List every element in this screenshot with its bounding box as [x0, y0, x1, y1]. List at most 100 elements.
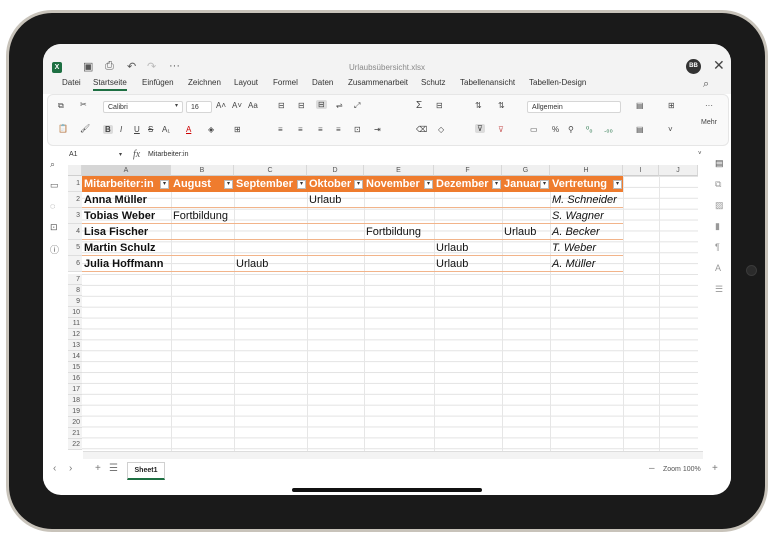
- row-header[interactable]: 12: [68, 329, 82, 340]
- home-indicator[interactable]: [292, 488, 482, 492]
- column-header-h[interactable]: H: [550, 165, 623, 176]
- shrink-font-icon[interactable]: A˅: [232, 101, 242, 110]
- table-cell[interactable]: A. Müller: [550, 256, 595, 272]
- column-header-b[interactable]: B: [171, 165, 234, 176]
- table-icon[interactable]: ⊞: [668, 101, 675, 110]
- italic-icon[interactable]: I: [120, 125, 122, 134]
- row-header[interactable]: 3: [68, 208, 82, 224]
- comma-icon[interactable]: ⚲: [568, 125, 574, 134]
- filter-dropdown-icon[interactable]: ▾: [224, 180, 233, 189]
- row-header[interactable]: 18: [68, 395, 82, 406]
- increase-decimal-icon[interactable]: ⁰₀: [586, 125, 593, 134]
- header-cell[interactable]: Mitarbeiter:in: [82, 176, 171, 192]
- column-header-e[interactable]: E: [364, 165, 434, 176]
- zoom-level[interactable]: Zoom 100%: [663, 466, 701, 473]
- chart-icon[interactable]: ▮: [715, 221, 720, 232]
- table-cell[interactable]: Urlaub: [434, 256, 468, 272]
- column-header-j[interactable]: J: [659, 165, 698, 176]
- table-cell[interactable]: [502, 208, 504, 224]
- clear-filter-icon[interactable]: ⊽: [498, 125, 504, 134]
- borders-icon[interactable]: ⊞: [234, 125, 241, 134]
- table-cell[interactable]: Urlaub: [234, 256, 268, 272]
- close-icon[interactable]: ✕: [713, 57, 725, 74]
- table-cell[interactable]: [364, 256, 366, 272]
- zoom-out-icon[interactable]: –: [649, 463, 655, 474]
- chevron-down-icon[interactable]: ▾: [119, 151, 122, 158]
- fill-color-icon[interactable]: ◈: [208, 125, 214, 134]
- column-header-c[interactable]: C: [234, 165, 307, 176]
- row-header[interactable]: 10: [68, 307, 82, 318]
- decrease-decimal-icon[interactable]: .₀₀: [604, 125, 613, 134]
- menu-layout[interactable]: Layout: [234, 78, 258, 87]
- filter-dropdown-icon[interactable]: ▾: [492, 180, 501, 189]
- add-sheet-icon[interactable]: +: [95, 463, 101, 474]
- table-cell[interactable]: Fortbildung: [171, 208, 228, 224]
- row-header[interactable]: 8: [68, 285, 82, 296]
- table-cell[interactable]: [171, 192, 173, 208]
- table-cell[interactable]: [502, 256, 504, 272]
- table-cell[interactable]: A. Becker: [550, 224, 600, 240]
- row-header[interactable]: 5: [68, 240, 82, 256]
- menu-tabellenansicht[interactable]: Tabellenansicht: [460, 78, 515, 87]
- more-options-icon[interactable]: ···: [705, 101, 713, 110]
- fill-icon[interactable]: ⊟: [436, 101, 443, 110]
- format-painter-icon[interactable]: 🖌: [80, 124, 90, 133]
- justify-icon[interactable]: ≡: [336, 125, 341, 134]
- row-header[interactable]: 17: [68, 384, 82, 395]
- sort-desc-icon[interactable]: ⇅: [498, 101, 505, 110]
- table-cell[interactable]: Fortbildung: [364, 224, 421, 240]
- table-cell[interactable]: Julia Hoffmann: [82, 256, 163, 272]
- bold-icon[interactable]: B: [103, 125, 113, 134]
- info-icon[interactable]: ⓘ: [50, 243, 59, 256]
- avatar[interactable]: BB: [686, 59, 701, 74]
- chevron-down-icon[interactable]: ˅: [668, 125, 673, 134]
- next-sheet-icon[interactable]: ›: [69, 463, 72, 474]
- menu-formel[interactable]: Formel: [273, 78, 298, 87]
- filter-dropdown-icon[interactable]: ▾: [540, 180, 549, 189]
- row-header[interactable]: 9: [68, 296, 82, 307]
- row-header[interactable]: 19: [68, 406, 82, 417]
- search-icon[interactable]: ⌕: [50, 159, 55, 170]
- zoom-in-icon[interactable]: +: [712, 463, 718, 474]
- cell-styles-icon[interactable]: ▤: [636, 125, 644, 134]
- orientation-icon[interactable]: ⤢: [354, 101, 360, 111]
- row-header[interactable]: 15: [68, 362, 82, 373]
- column-header-f[interactable]: F: [434, 165, 502, 176]
- merge-icon[interactable]: ⊡: [354, 125, 361, 134]
- row-header[interactable]: 14: [68, 351, 82, 362]
- table-cell[interactable]: Urlaub: [307, 192, 341, 208]
- clear-icon[interactable]: ⌫: [416, 125, 427, 134]
- table-cell[interactable]: Martin Schulz: [82, 240, 156, 256]
- change-case-icon[interactable]: Aa: [248, 101, 258, 110]
- menu-zeichnen[interactable]: Zeichnen: [188, 78, 221, 87]
- number-format-select[interactable]: Allgemein: [527, 101, 621, 113]
- autosum-icon[interactable]: Σ: [416, 100, 422, 111]
- filter-dropdown-icon[interactable]: ▾: [160, 180, 169, 189]
- cut-icon[interactable]: ✂: [80, 100, 87, 109]
- menu-startseite[interactable]: Startseite: [93, 78, 127, 91]
- font-color-icon[interactable]: A: [186, 125, 191, 134]
- menu-tabellen-design[interactable]: Tabellen-Design: [529, 78, 586, 87]
- text-box-icon[interactable]: ⊡: [50, 222, 58, 233]
- column-header-a[interactable]: A: [82, 165, 171, 176]
- table-cell[interactable]: [234, 224, 236, 240]
- table-cell[interactable]: [434, 224, 436, 240]
- table-cell[interactable]: T. Weber: [550, 240, 596, 256]
- row-header[interactable]: 1: [68, 176, 82, 192]
- column-header-g[interactable]: G: [502, 165, 550, 176]
- table-cell[interactable]: [234, 192, 236, 208]
- image-icon[interactable]: ▨: [715, 200, 724, 211]
- table-cell[interactable]: [434, 208, 436, 224]
- font-size-select[interactable]: 16: [186, 101, 212, 113]
- table-cell[interactable]: [502, 240, 504, 256]
- filter-dropdown-icon[interactable]: ▾: [354, 180, 363, 189]
- grow-font-icon[interactable]: A˄: [216, 101, 226, 110]
- chevron-down-icon[interactable]: ▾: [175, 102, 178, 109]
- column-header-i[interactable]: I: [623, 165, 659, 176]
- chat-icon[interactable]: ◌: [50, 201, 55, 211]
- table-cell[interactable]: Urlaub: [434, 240, 468, 256]
- sheet-tab[interactable]: Sheet1: [127, 462, 165, 480]
- row-header[interactable]: 4: [68, 224, 82, 240]
- align-top-icon[interactable]: ⊟: [278, 101, 285, 110]
- filter-icon[interactable]: ⊽: [475, 124, 485, 133]
